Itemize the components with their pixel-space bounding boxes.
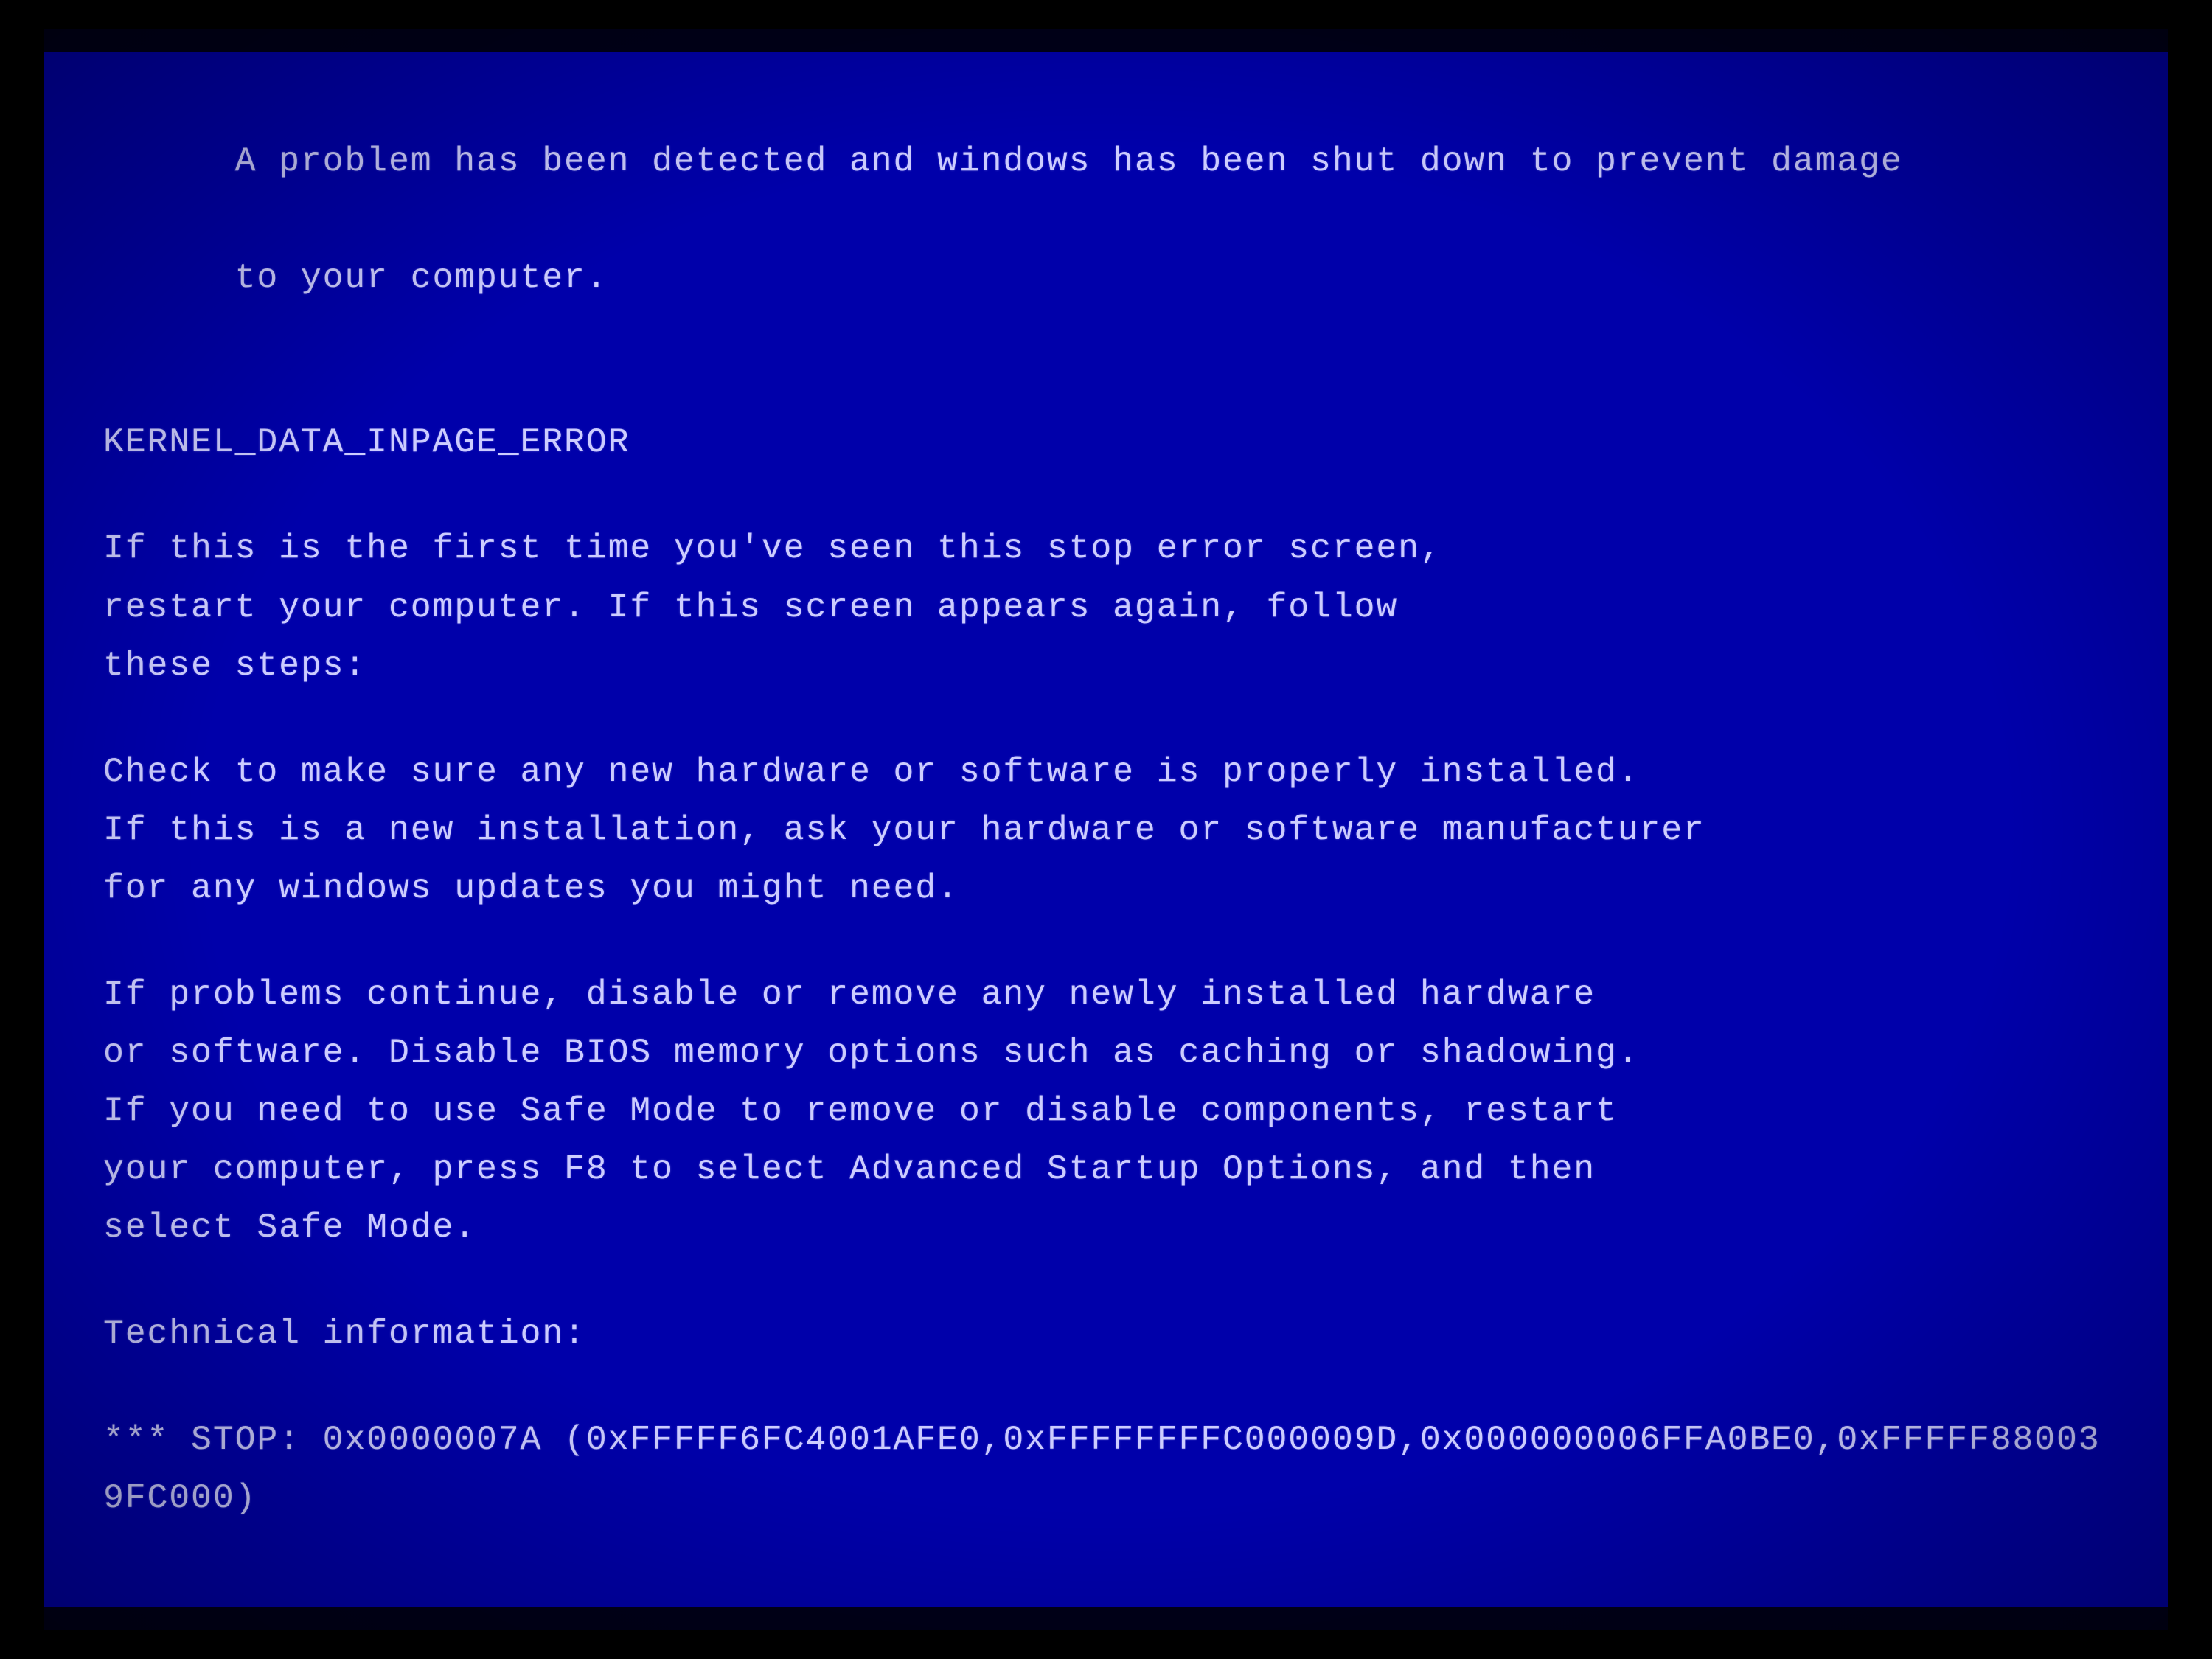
intro-line1: A problem has been detected and windows … — [235, 142, 1903, 181]
intro-line2: to your computer. — [235, 258, 608, 297]
bottom-bezel — [44, 1607, 2168, 1630]
first-time-para: If this is the first time you've seen th… — [103, 519, 2109, 694]
screen-outer: A problem has been detected and windows … — [0, 0, 2212, 1659]
bsod-screen: A problem has been detected and windows … — [44, 29, 2168, 1630]
intro-text: A problem has been detected and windows … — [103, 74, 2109, 365]
top-bezel — [44, 29, 2168, 52]
stop-line: *** STOP: 0x0000007A (0xFFFFF6FC4001AFE0… — [103, 1411, 2109, 1527]
check-para: Check to make sure any new hardware or s… — [103, 742, 2109, 917]
technical-header: Technical information: — [103, 1304, 2109, 1363]
error-code: KERNEL_DATA_INPAGE_ERROR — [103, 413, 2109, 471]
problems-para: If problems continue, disable or remove … — [103, 965, 2109, 1256]
